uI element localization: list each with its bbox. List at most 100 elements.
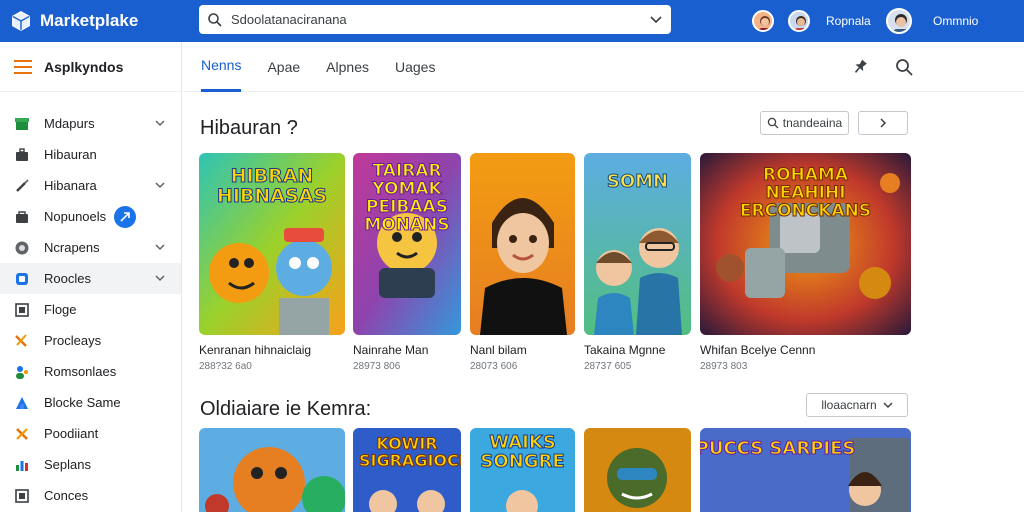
sidebar-item-10[interactable]: Blocke Same <box>0 387 181 418</box>
app-name: Marketplake <box>40 11 139 30</box>
sidebar-item-5[interactable]: Ncrapens <box>0 232 181 263</box>
tab-nenns[interactable]: Nenns <box>201 42 242 92</box>
sidebar-item-label: Roocles <box>44 271 91 286</box>
thumbnail-art-text: ROHAMA NEAHIHI ERCONCKANS <box>739 165 872 221</box>
app-thumbnail: SOMN <box>584 153 691 335</box>
app-card[interactable]: PUCCS SARPIES <box>700 428 911 512</box>
section-header: Hibauran ? <box>200 113 298 143</box>
sidebar-item-label: Mdapurs <box>44 116 95 131</box>
app-meta: 28973 806 <box>353 361 401 372</box>
tab-uages[interactable]: Uages <box>395 42 435 92</box>
tab-alpnes[interactable]: Alpnes <box>326 42 369 92</box>
app-card[interactable]: HIBRAN HIBNASAS Kenranan hihnaiclaig 288… <box>199 153 345 372</box>
chevron-down-icon[interactable] <box>155 273 165 283</box>
app-card[interactable]: Nanl bilam 28073 606 <box>470 153 575 372</box>
sidebar-item-label: Seplans <box>44 457 91 472</box>
app-card[interactable]: TAIRAR YOMAK PEIBAAS MONANS Nainrahe Man… <box>353 153 461 372</box>
chevron-down-icon[interactable] <box>155 180 165 190</box>
account-name[interactable]: Ommnio <box>933 14 993 28</box>
account-name[interactable]: Ropnala <box>826 14 876 28</box>
cube-logo-icon <box>12 11 30 31</box>
app-card[interactable]: ROHAMA NEAHIHI ERCONCKANS Whifan Bcelye … <box>700 153 911 372</box>
avatar[interactable] <box>788 10 810 32</box>
square-icon <box>14 488 30 504</box>
main-content: Nenns Apae Alpnes Uages Hibauran ? tnand… <box>183 42 1024 512</box>
search-icon <box>208 12 222 27</box>
globe-icon <box>14 240 30 256</box>
search-icon[interactable] <box>894 57 914 77</box>
app-title: Takaina Mgnne <box>584 343 666 357</box>
sidebar-item-4[interactable]: Nopunoels <box>0 201 181 232</box>
sidebar-item-1[interactable]: Mdapurs <box>0 108 181 139</box>
app-title: Whifan Bcelye Cennn <box>700 343 816 357</box>
pin-icon[interactable] <box>850 57 870 77</box>
search-bar[interactable] <box>199 5 671 34</box>
sidebar-item-2[interactable]: Hibauran <box>0 139 181 170</box>
app-thumbnail: PUCCS SARPIES <box>700 428 911 512</box>
sidebar-item-label: Ncrapens <box>44 240 100 255</box>
sidebar-item-3[interactable]: Hibanara <box>0 170 181 201</box>
section-header: Oldiaiare ie Kemra: <box>200 394 371 424</box>
sidebar: Asplkyndos Mdapurs Hibauran Hibanara Nop… <box>0 42 182 512</box>
tab-actions <box>850 57 914 77</box>
tools-icon <box>14 333 30 349</box>
chevron-down-icon[interactable] <box>649 13 663 27</box>
app-card[interactable] <box>199 428 345 512</box>
search-input[interactable] <box>231 12 649 27</box>
avatar[interactable] <box>886 8 912 34</box>
sort-dropdown-label: lloaacnarn <box>821 398 877 412</box>
tab-apae[interactable]: Apae <box>267 42 300 92</box>
app-title: Kenranan hihnaiclaig <box>199 343 312 357</box>
sidebar-item-label: Conces <box>44 488 89 503</box>
sidebar-item-7[interactable]: Floge <box>0 294 181 325</box>
sidebar-title: Asplkyndos <box>44 58 124 75</box>
sidebar-header: Asplkyndos <box>0 42 181 92</box>
app-thumbnail: ROHAMA NEAHIHI ERCONCKANS <box>700 153 911 335</box>
sidebar-item-label: Hibauran <box>44 147 97 162</box>
chevron-down-icon[interactable] <box>155 242 165 252</box>
chevron-down-icon[interactable] <box>155 118 165 128</box>
app-card[interactable]: WAIKS SONGRE <box>470 428 575 512</box>
app-title: Nanl bilam <box>470 343 527 357</box>
chart-icon <box>14 457 30 473</box>
chevron-right-icon <box>880 118 887 128</box>
store-icon <box>14 116 30 132</box>
app-card[interactable]: SOMN Takaina Mgnne 28737 605 <box>584 153 691 372</box>
sidebar-item-9[interactable]: Romsonlaes <box>0 356 181 387</box>
avatar[interactable] <box>752 10 774 32</box>
photo-icon <box>14 302 30 318</box>
sort-dropdown[interactable]: lloaacnarn <box>806 393 908 417</box>
thumbnail-art-text: SOMN <box>606 171 669 192</box>
sidebar-item-12[interactable]: Seplans <box>0 449 181 480</box>
sidebar-item-8[interactable]: Procleays <box>0 325 181 356</box>
app-thumbnail: WAIKS SONGRE <box>470 428 575 512</box>
thumbnail-art-text: KOWIR SIGRAGIOCE <box>359 434 462 470</box>
app-thumbnail <box>199 428 345 512</box>
sidebar-item-label: Nopunoels <box>44 209 107 224</box>
briefcase-icon <box>14 147 30 163</box>
app-icon <box>14 271 30 287</box>
sidebar-item-11[interactable]: Poodiiant <box>0 418 181 449</box>
section-title: Oldiaiare ie Kemra: <box>200 397 372 420</box>
brush-icon <box>14 178 30 194</box>
menu-icon[interactable] <box>14 59 32 74</box>
app-card[interactable] <box>584 428 691 512</box>
cross-icon <box>14 426 30 442</box>
sidebar-item-label: Poodiiant <box>44 426 99 441</box>
notification-badge[interactable] <box>114 205 137 228</box>
app-title: Nainrahe Man <box>353 343 429 357</box>
sidebar-item-label: Romsonlaes <box>44 364 117 379</box>
thumbnail-art-text: TAIRAR YOMAK PEIBAAS MONANS <box>364 161 450 235</box>
people-icon <box>14 364 30 380</box>
bag-icon <box>14 209 30 225</box>
section-title: Hibauran ? <box>200 116 298 139</box>
sidebar-item-6[interactable]: Roocles <box>0 263 181 294</box>
app-meta: 28737 605 <box>584 361 632 372</box>
app-thumbnail: TAIRAR YOMAK PEIBAAS MONANS <box>353 153 461 335</box>
next-button[interactable] <box>858 111 908 135</box>
app-card[interactable]: KOWIR SIGRAGIOCE <box>353 428 461 512</box>
section-search-button[interactable]: tnandeaina <box>760 111 849 135</box>
brand[interactable]: Marketplake <box>10 10 195 32</box>
sidebar-item-13[interactable]: Conces <box>0 480 181 511</box>
sidebar-list: Mdapurs Hibauran Hibanara Nopunoels Ncra… <box>0 92 181 511</box>
